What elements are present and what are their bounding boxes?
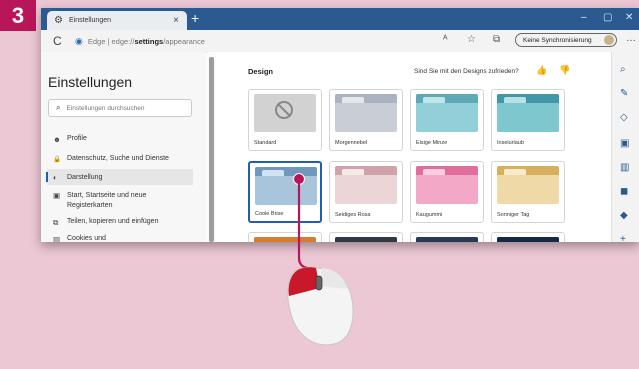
mouse-illustration [287,179,354,346]
mouse-scroll-wheel [315,275,323,291]
mouse-right-button [318,268,348,289]
mouse-cable [297,179,308,270]
